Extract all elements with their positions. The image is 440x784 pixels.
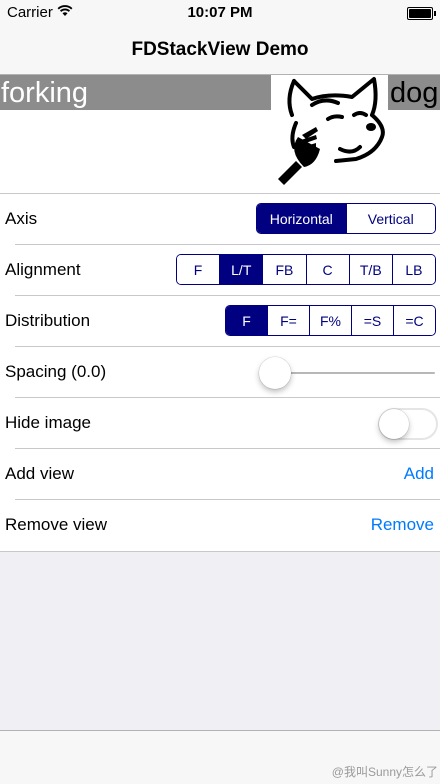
dog-with-fork-icon (278, 77, 385, 185)
remove-view-label: Remove view (5, 515, 108, 534)
add-button[interactable]: Add (404, 464, 434, 484)
hide-image-label: Hide image (5, 413, 91, 432)
axis-option-vertical[interactable]: Vertical (345, 204, 435, 233)
alignment-option-lb[interactable]: LB (391, 255, 435, 284)
remove-view-row: Remove view Remove (0, 500, 440, 551)
settings-table: Axis Horizontal Vertical Alignment F L/T… (0, 193, 440, 552)
stack-view-preview: forking dog (0, 75, 440, 193)
add-view-label: Add view (5, 464, 74, 483)
hide-image-row: Hide image (0, 398, 440, 449)
spacing-row: Spacing (0.0) (0, 347, 440, 398)
battery-icon (407, 7, 436, 20)
alignment-segmented-control[interactable]: F L/T FB C T/B LB (176, 254, 436, 285)
clock: 10:07 PM (187, 4, 253, 21)
bottom-toolbar: @我叫Sunny怎么了 (0, 730, 440, 784)
axis-label: Axis (5, 209, 38, 228)
dog-label: dog (388, 75, 440, 110)
navigation-bar: FDStackView Demo (0, 26, 440, 75)
distribution-row: Distribution F F= F% =S =C (0, 296, 440, 347)
alignment-option-lt[interactable]: L/T (219, 255, 263, 284)
distribution-option-equal-spacing[interactable]: =S (351, 306, 393, 335)
distribution-label: Distribution (5, 311, 91, 330)
alignment-option-c[interactable]: C (305, 255, 349, 284)
add-view-row: Add view Add (0, 449, 440, 500)
toggle-knob (379, 409, 409, 439)
page-title: FDStackView Demo (131, 39, 309, 60)
alignment-option-tb[interactable]: T/B (348, 255, 392, 284)
distribution-segmented-control[interactable]: F F= F% =S =C (225, 305, 436, 336)
distribution-option-fill-equally[interactable]: F= (267, 306, 309, 335)
alignment-row: Alignment F L/T FB C T/B LB (0, 245, 440, 296)
spacing-slider-thumb[interactable] (259, 357, 291, 389)
hide-image-toggle[interactable] (378, 408, 438, 440)
distribution-option-equal-centering[interactable]: =C (393, 306, 435, 335)
forking-label: forking (0, 75, 271, 110)
remove-button[interactable]: Remove (371, 515, 434, 535)
status-bar: Carrier 10:07 PM (0, 0, 440, 26)
alignment-option-f[interactable]: F (177, 255, 220, 284)
watermark: @我叫Sunny怎么了 (331, 765, 438, 779)
alignment-option-fb[interactable]: FB (262, 255, 306, 284)
axis-option-horizontal[interactable]: Horizontal (257, 204, 346, 233)
alignment-label: Alignment (5, 260, 81, 279)
axis-segmented-control[interactable]: Horizontal Vertical (256, 203, 436, 234)
spacing-slider-track[interactable] (275, 372, 435, 374)
distribution-option-fill[interactable]: F (226, 306, 267, 335)
axis-row: Axis Horizontal Vertical (0, 194, 440, 245)
distribution-option-fill-proportionally[interactable]: F% (309, 306, 351, 335)
spacing-label: Spacing (0.0) (5, 362, 107, 381)
